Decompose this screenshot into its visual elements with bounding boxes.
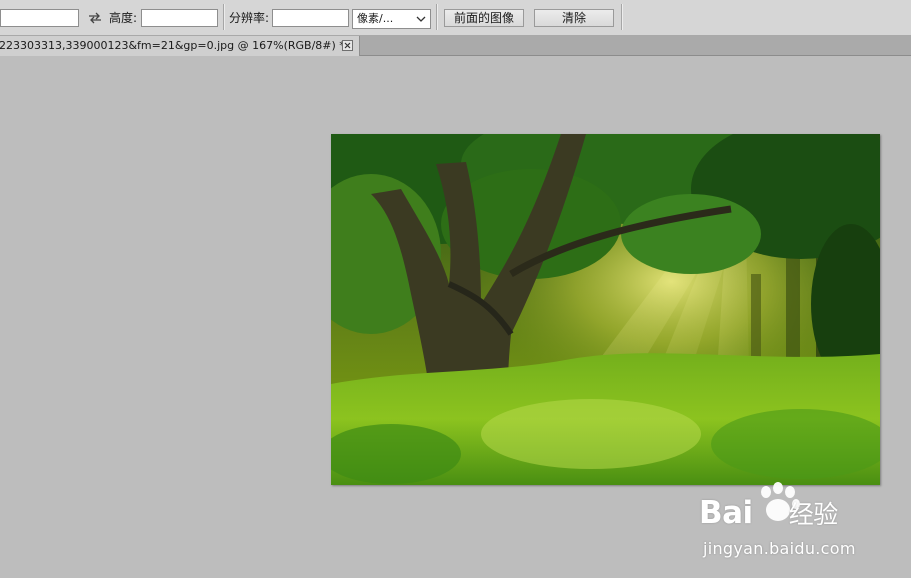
swap-arrows-icon[interactable]: [88, 12, 102, 24]
chevron-down-icon: [416, 16, 426, 22]
divider: [621, 4, 622, 30]
watermark-brand-text: Bai: [699, 495, 753, 531]
resolution-unit-value: 像素/...: [357, 12, 394, 25]
divider: [223, 4, 224, 30]
document-tab-title: 223303313,339000123&fm=21&gp=0.jpg @ 167…: [0, 39, 345, 52]
document-tab[interactable]: 223303313,339000123&fm=21&gp=0.jpg @ 167…: [0, 36, 360, 56]
watermark-brand: Bai 经验: [699, 495, 838, 531]
close-x-icon[interactable]: [342, 40, 353, 51]
watermark-url: jingyan.baidu.com: [703, 539, 856, 558]
forest-photo[interactable]: [331, 134, 880, 485]
document-tab-strip: 223303313,339000123&fm=21&gp=0.jpg @ 167…: [0, 36, 911, 56]
resolution-unit-select[interactable]: 像素/...: [352, 9, 431, 29]
watermark-brand-cn: 经验: [788, 500, 839, 529]
front-image-button[interactable]: 前面的图像: [444, 9, 524, 27]
height-input[interactable]: [141, 9, 218, 27]
resolution-input[interactable]: [272, 9, 349, 27]
height-label: 高度:: [109, 11, 138, 25]
clear-button[interactable]: 清除: [534, 9, 614, 27]
options-bar: 高度: 分辨率: 像素/... 前面的图像 清除: [0, 0, 911, 36]
divider: [436, 4, 437, 30]
width-input[interactable]: [0, 9, 79, 27]
resolution-label: 分辨率:: [229, 11, 270, 25]
